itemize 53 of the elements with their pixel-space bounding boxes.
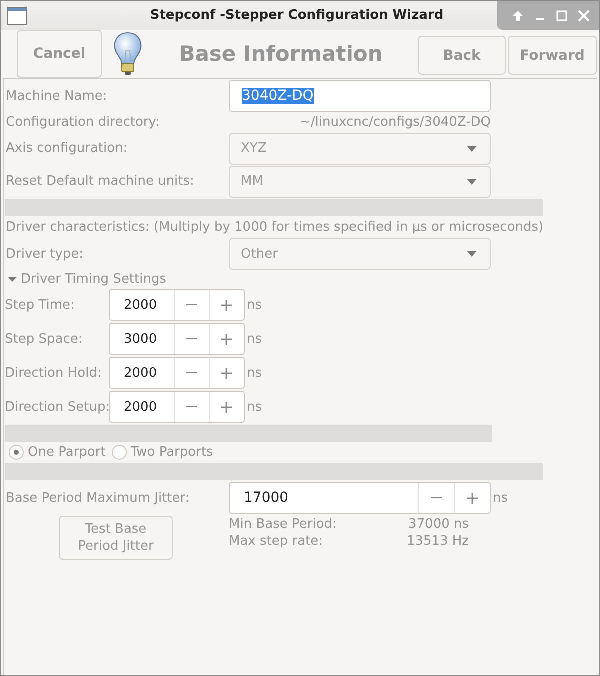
result-value: 37000 ns bbox=[408, 517, 469, 532]
field-label: Direction Setup: bbox=[5, 400, 109, 414]
plus-icon bbox=[221, 368, 232, 378]
field-label: Configuration directory: bbox=[5, 115, 161, 130]
minus-icon bbox=[186, 304, 198, 306]
radio-button[interactable] bbox=[9, 445, 24, 460]
spin-field[interactable]: 2000 bbox=[109, 289, 245, 321]
unit-label: ns bbox=[247, 366, 262, 380]
field-label: Step Space: bbox=[5, 332, 84, 346]
unit-label: ns bbox=[493, 490, 508, 506]
caret-icon bbox=[467, 146, 477, 152]
plus-icon bbox=[221, 334, 232, 344]
maximize-icon[interactable] bbox=[555, 8, 569, 22]
result-label: Max step rate: bbox=[229, 534, 324, 549]
field-label: Step Time: bbox=[5, 298, 76, 312]
window-icon bbox=[7, 6, 27, 24]
minus-icon bbox=[186, 372, 198, 374]
minus-icon bbox=[431, 497, 442, 499]
section-note: Driver characteristics: (Multiply by 1000 for times specified in µs or microseconds) bbox=[5, 220, 544, 234]
field-label: Driver type: bbox=[5, 246, 85, 262]
radio-option[interactable]: Two Parports bbox=[112, 445, 214, 460]
spin-field[interactable]: 17000 bbox=[229, 482, 491, 514]
field-label: Direction Hold: bbox=[5, 366, 103, 380]
unit-label: ns bbox=[247, 298, 262, 312]
radio-button[interactable] bbox=[112, 445, 127, 460]
result-label: Min Base Period: bbox=[229, 517, 338, 532]
close-icon[interactable] bbox=[577, 8, 591, 22]
window-title: Stepconf -Stepper Configuration Wizard bbox=[149, 8, 445, 23]
spin-field[interactable]: 3000 bbox=[109, 323, 245, 355]
machine-name-field[interactable]: 3040Z-DQ bbox=[229, 80, 491, 112]
spin-field[interactable]: 2000 bbox=[109, 357, 245, 389]
directory-path: ~/linuxcnc/configs/3040Z-DQ bbox=[299, 115, 491, 130]
shade-icon[interactable] bbox=[511, 8, 525, 22]
minus-icon bbox=[186, 338, 198, 340]
plus-icon bbox=[221, 402, 232, 412]
plus-icon bbox=[467, 492, 478, 504]
field-label: Reset Default machine units: bbox=[5, 174, 196, 189]
radio-option[interactable]: One Parport bbox=[9, 445, 106, 460]
field-label: Machine Name: bbox=[5, 88, 108, 104]
caret-icon bbox=[467, 178, 477, 184]
unit-label: ns bbox=[247, 332, 262, 346]
expander-arrow-icon bbox=[8, 275, 17, 284]
field-label: Axis configuration: bbox=[5, 141, 129, 156]
plus-icon bbox=[221, 300, 232, 310]
minus-icon bbox=[186, 406, 198, 408]
expander[interactable]: Driver Timing Settings bbox=[5, 271, 597, 288]
unit-label: ns bbox=[247, 400, 262, 414]
field-label: Base Period Maximum Jitter: bbox=[5, 490, 191, 506]
light-bulb-icon bbox=[112, 30, 144, 76]
caret-icon bbox=[467, 251, 477, 257]
result-value: 13513 Hz bbox=[406, 534, 469, 549]
page-title: Base Information bbox=[178, 42, 384, 66]
spin-field[interactable]: 2000 bbox=[109, 391, 245, 423]
